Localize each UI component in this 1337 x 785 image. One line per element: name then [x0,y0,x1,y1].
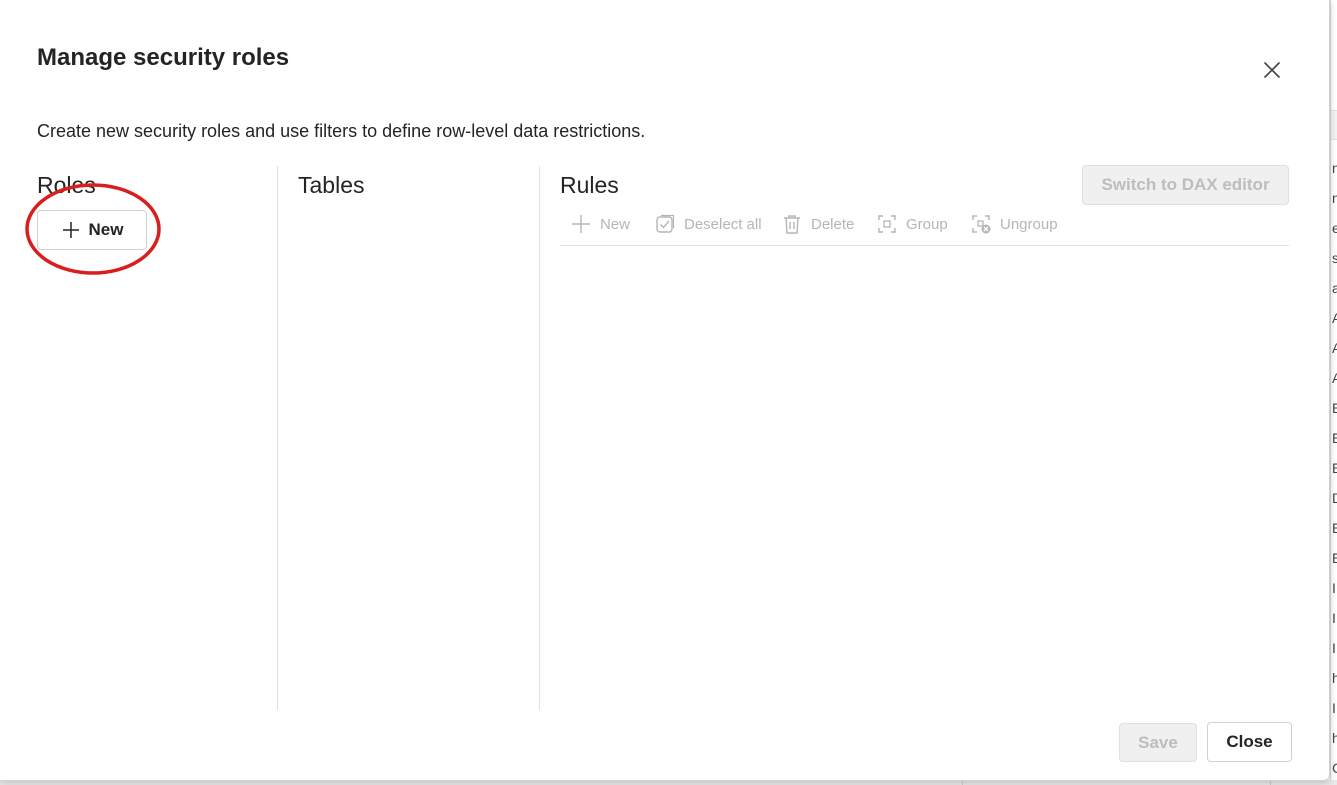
background-letter: A [1332,370,1337,386]
manage-security-roles-dialog: Manage security roles Create new securit… [0,0,1330,781]
background-letter: E [1332,460,1337,476]
background-letter: E [1332,550,1337,566]
background-letter: n [1332,190,1337,206]
save-button[interactable]: Save [1119,723,1197,762]
delete-rule-button[interactable]: Delete [781,212,854,236]
column-divider [277,166,278,710]
group-icon [878,215,896,233]
background-letter: h [1332,670,1337,686]
background-letter: s [1332,250,1337,266]
background-band [1331,110,1337,140]
background-letter: A [1332,340,1337,356]
background-letter: E [1332,520,1337,536]
close-icon[interactable] [1260,58,1284,82]
rules-toolbar: New Deselect all Delete Group Ungroup [560,208,1289,246]
column-divider [539,166,540,710]
tables-heading: Tables [298,172,365,198]
background-letter: E [1332,400,1337,416]
background-letter: I [1332,700,1336,716]
trash-icon [784,215,800,234]
background-letter: C [1332,760,1337,776]
background-letter: I [1332,640,1336,656]
background-letter: n [1332,160,1337,176]
ungroup-icon [972,215,991,234]
plus-icon [62,222,79,238]
background-letter: a [1332,280,1337,296]
background-letter: es [1332,220,1337,236]
dialog-title: Manage security roles [37,44,290,71]
ungroup-rule-button[interactable]: Ungroup [970,212,1058,236]
background-letter: I [1332,610,1336,626]
background-letter: I [1332,580,1336,596]
background-letter: D [1332,490,1337,506]
group-rule-button[interactable]: Group [876,212,948,236]
rules-heading: Rules [560,172,619,198]
ungroup-rule-label: Ungroup [1000,215,1058,233]
switch-to-dax-editor-button[interactable]: Switch to DAX editor [1082,165,1289,205]
checkbox-icon [656,214,675,233]
group-rule-label: Group [906,215,948,233]
background-letter: h [1332,730,1337,746]
new-role-button[interactable]: New [37,210,147,250]
background-letter: E [1332,430,1337,446]
roles-heading: Roles [37,172,96,198]
deselect-all-label: Deselect all [684,215,762,233]
plus-icon [572,215,590,233]
background-letter: A [1332,310,1337,326]
rule-new-label: New [600,215,631,233]
close-icon-glyph [1264,62,1280,78]
new-role-button-label: New [88,220,124,239]
background-app-strip: nnessaAAAEEEDEEIIIhIhC [1330,0,1337,785]
deselect-all-button[interactable]: Deselect all [654,212,762,236]
dialog-subtitle: Create new security roles and use filter… [37,121,646,141]
rule-new-button[interactable]: New [570,212,630,236]
delete-rule-label: Delete [811,215,855,233]
close-button[interactable]: Close [1207,722,1292,762]
